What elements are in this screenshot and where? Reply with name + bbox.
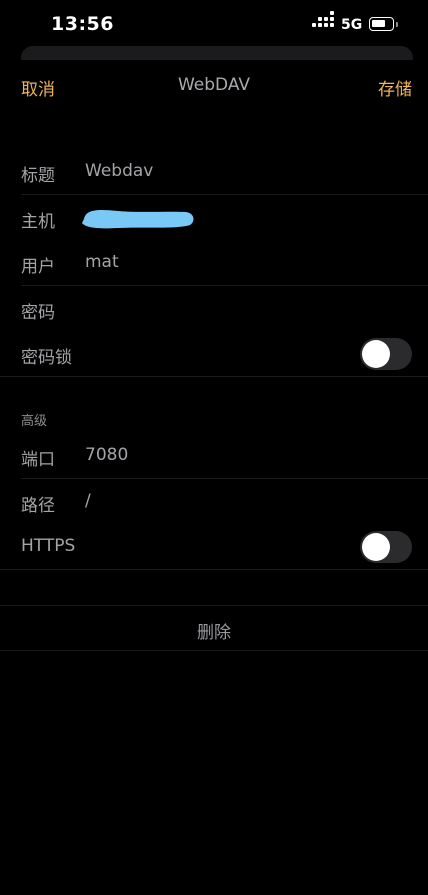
nav-bar: 取消 WebDAV 存储 [0,60,428,110]
password-lock-toggle[interactable] [360,338,412,370]
user-label: 用户 [21,257,55,277]
advanced-section-header: 高级 [21,414,48,429]
https-row: HTTPS [0,524,428,570]
path-input[interactable]: / [85,491,91,511]
host-field-row[interactable]: 主机 [0,195,428,241]
port-input[interactable]: 7080 [85,445,128,465]
network-type: 5G [341,17,363,33]
password-label: 密码 [21,303,55,323]
user-field-row[interactable]: 用户 mat [0,240,428,286]
host-label: 主机 [21,212,55,232]
title-field-row[interactable]: 标题 Webdav [0,149,428,195]
https-label: HTTPS [21,536,76,556]
port-field-row[interactable]: 端口 7080 [0,433,428,479]
battery-tip [396,22,398,27]
battery-icon [369,17,394,31]
password-lock-row: 密码锁 [0,331,428,377]
user-input[interactable]: mat [85,252,119,272]
toggle-knob [362,340,390,368]
title-label: 标题 [21,166,55,186]
password-lock-label: 密码锁 [21,348,72,368]
delete-button[interactable]: 删除 [0,605,428,651]
page-title: WebDAV [177,75,251,95]
status-time: 13:56 [51,13,114,35]
title-input[interactable]: Webdav [85,161,153,181]
https-toggle[interactable] [360,531,412,563]
divider [0,376,428,377]
path-label: 路径 [21,496,55,516]
status-bar: 13:56 5G [0,0,428,48]
redaction-mark [82,209,194,229]
password-field-row[interactable]: 密码 [0,286,428,332]
sheet-background-edge [21,46,413,60]
save-button[interactable]: 存储 [378,75,412,100]
delete-label: 删除 [197,623,231,643]
path-field-row[interactable]: 路径 / [0,479,428,525]
port-label: 端口 [21,450,55,470]
toggle-knob [362,533,390,561]
signal-icon [312,11,334,32]
divider [0,569,428,570]
